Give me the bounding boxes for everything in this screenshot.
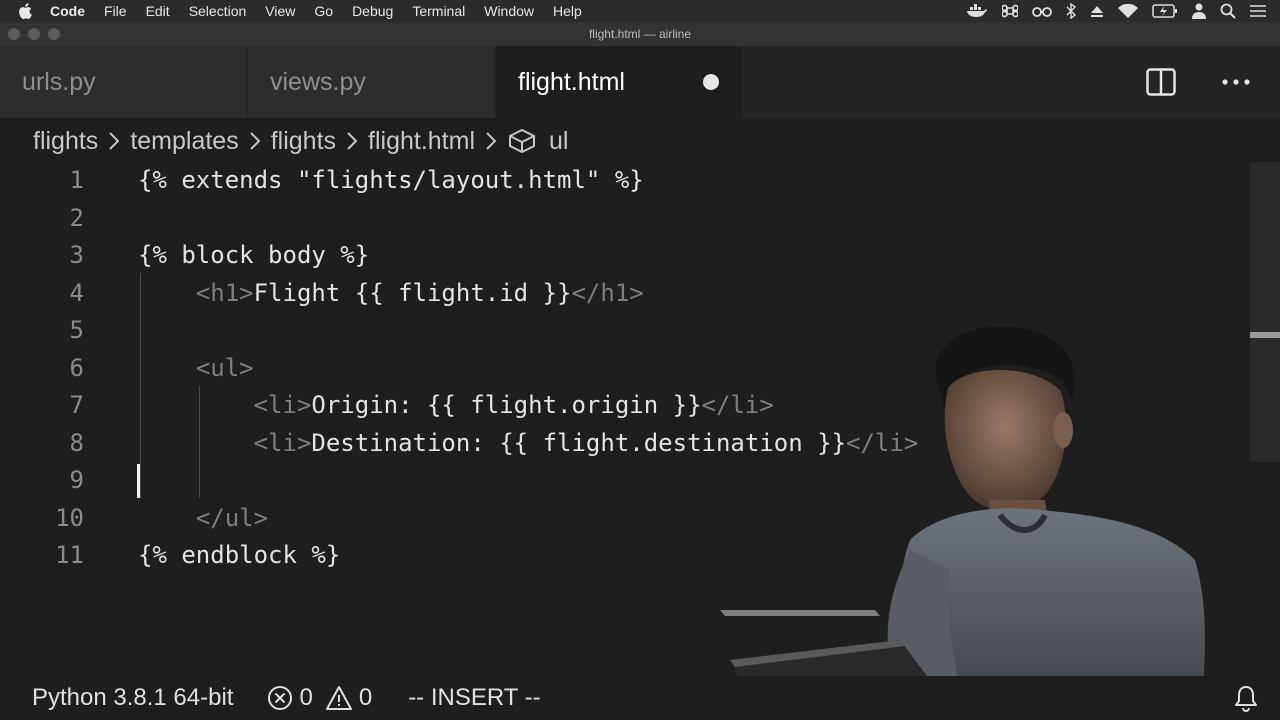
chevron-right-icon — [347, 132, 358, 150]
line-code: <ul> — [138, 350, 254, 387]
menu-window[interactable]: Window — [484, 3, 534, 19]
template-text-token: Origin: {{ flight.origin }} — [311, 391, 702, 419]
menu-view[interactable]: View — [265, 3, 295, 19]
minimize-window-button[interactable] — [28, 28, 40, 40]
presenter-video-overlay — [720, 326, 1205, 720]
line-code: </ul> — [138, 500, 268, 537]
template-text-token: {% extends "flights/layout.html" %} — [138, 166, 644, 194]
template-text-token — [138, 279, 196, 307]
search-icon[interactable] — [1220, 3, 1236, 19]
line-number: 10 — [55, 503, 84, 532]
tab-label: views.py — [270, 68, 366, 96]
menu-app-name[interactable]: Code — [50, 3, 85, 19]
menu-terminal[interactable]: Terminal — [412, 3, 465, 19]
menu-file[interactable]: File — [104, 3, 127, 19]
window-title: flight.html — airline — [588, 27, 692, 41]
text-cursor — [137, 464, 140, 498]
line-number: 1 — [69, 166, 84, 194]
vim-mode-indicator: -- INSERT -- — [408, 684, 541, 711]
apple-icon[interactable] — [18, 3, 32, 19]
template-text-token — [138, 504, 196, 532]
python-interpreter-selector[interactable]: Python 3.8.1 64-bit — [32, 684, 233, 712]
breadcrumb-item-flights-folder[interactable]: flights — [271, 127, 336, 156]
symbol-cube-icon — [509, 128, 535, 154]
more-actions-icon[interactable] — [1222, 79, 1250, 85]
chevron-right-icon — [109, 132, 120, 150]
eject-icon[interactable] — [1090, 4, 1104, 18]
close-window-button[interactable] — [8, 28, 20, 40]
line-number: 11 — [55, 541, 84, 569]
user-icon[interactable] — [1192, 3, 1206, 19]
menu-go[interactable]: Go — [314, 3, 333, 19]
menu-bar-status-area — [966, 0, 1266, 22]
battery-icon[interactable] — [1152, 4, 1178, 18]
warning-count: 0 — [358, 684, 373, 711]
html-tag-token: <ul> — [195, 353, 254, 382]
html-tag-token: <li> — [253, 391, 312, 419]
tab-label: urls.py — [22, 68, 96, 96]
line-code: {% block body %} — [138, 237, 369, 274]
line-number: 4 — [69, 278, 84, 307]
command-icon[interactable] — [1002, 3, 1018, 19]
line-number: 5 — [69, 316, 84, 344]
template-text-token: Flight {{ flight.id }} — [253, 278, 572, 307]
breadcrumb-item-symbol[interactable]: ul — [549, 127, 568, 156]
line-number: 2 — [69, 203, 84, 232]
problems-indicator[interactable]: 0 0 — [267, 684, 372, 712]
unsaved-changes-dot[interactable] — [703, 74, 719, 90]
chevron-right-icon — [249, 132, 261, 150]
window-controls — [8, 28, 60, 40]
line-number: 8 — [69, 428, 84, 457]
menu-selection[interactable]: Selection — [189, 3, 247, 19]
template-text-token — [138, 354, 196, 382]
line-number: 7 — [69, 391, 84, 419]
template-text-token: {% block body %} — [138, 241, 370, 269]
menu-edit[interactable]: Edit — [146, 3, 170, 19]
glasses-icon[interactable] — [1032, 4, 1052, 18]
menu-help[interactable]: Help — [553, 3, 582, 19]
html-tag-token: </h1> — [571, 278, 644, 307]
breadcrumb: flights templates flights flight.html ul — [33, 123, 568, 159]
wifi-icon[interactable] — [1118, 4, 1138, 18]
bluetooth-icon[interactable] — [1066, 3, 1076, 19]
tab-views-py[interactable]: views.py — [248, 46, 494, 118]
line-number: 6 — [69, 353, 84, 382]
line-code: {% extends "flights/layout.html" %} — [138, 162, 644, 199]
template-text-token: {% endblock %} — [138, 541, 341, 569]
error-count: 0 — [299, 684, 313, 711]
tab-actions — [1146, 46, 1250, 118]
line-code: <h1>Flight {{ flight.id }}</h1> — [138, 275, 644, 312]
menu-debug[interactable]: Debug — [352, 3, 393, 19]
error-icon — [268, 686, 293, 710]
template-text-token — [138, 391, 254, 419]
html-tag-token: </ul> — [195, 503, 269, 532]
line-code: {% endblock %} — [138, 537, 340, 574]
status-bar: Python 3.8.1 64-bit 0 0 -- INSERT -- — [0, 676, 1280, 720]
template-text-token — [138, 429, 254, 457]
line-number: 3 — [69, 241, 84, 269]
breadcrumb-item-file[interactable]: flight.html — [368, 127, 475, 156]
list-icon[interactable] — [1250, 4, 1266, 18]
docker-icon[interactable] — [966, 4, 988, 18]
notifications-bell-icon[interactable] — [1234, 684, 1258, 712]
split-editor-icon[interactable] — [1146, 68, 1176, 96]
tab-flight-html[interactable]: flight.html — [496, 46, 742, 118]
editor-tab-bar: urls.py views.py flight.html — [0, 46, 1280, 118]
warning-icon — [325, 686, 352, 710]
breadcrumb-item-templates[interactable]: templates — [130, 127, 238, 156]
zoom-window-button[interactable] — [48, 28, 60, 40]
html-tag-token: <h1> — [195, 278, 254, 307]
chevron-right-icon — [486, 132, 497, 150]
line-code: <li>Origin: {{ flight.origin }}</li> — [138, 387, 774, 424]
tab-label: flight.html — [518, 68, 625, 96]
line-number: 9 — [69, 466, 84, 494]
window-title-bar: flight.html — airline — [0, 22, 1280, 46]
html-tag-token: <li> — [253, 428, 312, 457]
breadcrumb-item-flights[interactable]: flights — [33, 127, 98, 156]
menu-bar: Code File Edit Selection View Go Debug T… — [0, 0, 1280, 22]
tab-urls-py[interactable]: urls.py — [0, 46, 246, 118]
